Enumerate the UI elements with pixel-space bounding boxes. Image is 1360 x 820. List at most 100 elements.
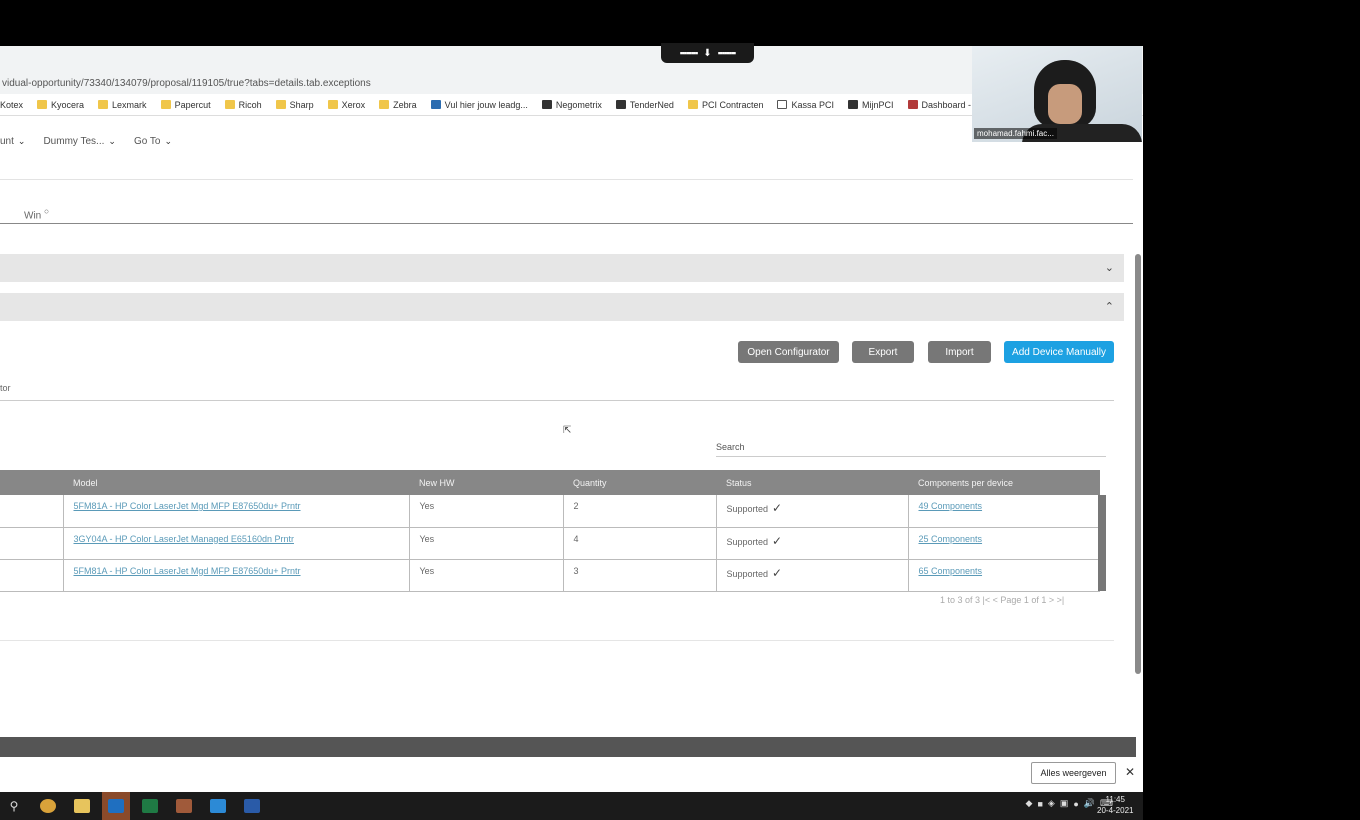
chat-icon[interactable]: [170, 792, 198, 820]
tray-icon[interactable]: ▣: [1060, 798, 1069, 809]
status-cell: Supported ✓: [716, 495, 909, 528]
components-link[interactable]: 65 Components: [919, 566, 983, 576]
new-hw-cell: Yes: [409, 495, 564, 528]
quantity-cell[interactable]: 3: [563, 559, 717, 592]
page-scrollbar[interactable]: [1135, 254, 1141, 674]
folder-icon: [379, 100, 390, 109]
chrome-icon[interactable]: [34, 792, 62, 820]
chevron-up-icon[interactable]: ⌃: [1105, 300, 1114, 313]
components-link[interactable]: 25 Components: [919, 534, 983, 544]
import-button[interactable]: Import: [928, 341, 991, 363]
explorer-icon[interactable]: [68, 792, 96, 820]
devices-table: Model New HW Quantity Status Components …: [0, 470, 1100, 592]
excel-icon[interactable]: [136, 792, 164, 820]
nav-account-menu[interactable]: unt ⌄: [0, 136, 25, 147]
show-all-button[interactable]: Alles weergeven: [1031, 762, 1116, 784]
row-select-cell[interactable]: [0, 495, 64, 528]
screen-share-bar[interactable]: ▪▪▪▪▪▪▪▪ ⬇ ▪▪▪▪▪▪▪▪: [661, 43, 754, 63]
components-cell: 49 Components: [908, 495, 1100, 528]
site-icon: [430, 100, 441, 109]
download-bar: Alles weergeven ✕: [0, 757, 1143, 792]
folder-icon: [98, 100, 109, 109]
status-cell: Supported ✓: [716, 559, 909, 592]
bookmark-item[interactable]: TenderNed: [615, 100, 674, 110]
word-icon[interactable]: [238, 792, 266, 820]
table-header-row: Model New HW Quantity Status Components …: [0, 470, 1100, 495]
quantity-cell[interactable]: 2: [563, 495, 717, 528]
search-input[interactable]: Search: [716, 442, 745, 452]
export-button[interactable]: Export: [852, 341, 914, 363]
checkmark-icon: ✓: [772, 533, 783, 548]
column-header[interactable]: Quantity: [563, 470, 716, 495]
bookmark-item[interactable]: Negometrix: [541, 100, 602, 110]
components-link[interactable]: 49 Components: [919, 501, 983, 511]
folder-icon: [37, 100, 48, 109]
address-bar[interactable]: vidual-opportunity/73340/134079/proposal…: [2, 78, 371, 89]
folder-icon: [224, 100, 235, 109]
nav-goto-menu[interactable]: Go To ⌄: [134, 136, 172, 147]
checkmark-icon: ✓: [772, 565, 783, 580]
open-configurator-button[interactable]: Open Configurator: [738, 341, 839, 363]
participant-video[interactable]: mohamad.fahmi.fac...: [972, 46, 1142, 142]
row-select-cell[interactable]: [0, 527, 64, 560]
bookmark-item[interactable]: Zebra: [379, 100, 417, 110]
bookmark-item[interactable]: MijnPCI: [848, 100, 894, 110]
column-header[interactable]: New HW: [409, 470, 563, 495]
bookmark-item[interactable]: Kyocera: [37, 100, 84, 110]
model-link[interactable]: 3GY04A - HP Color LaserJet Managed E6516…: [74, 534, 294, 544]
model-cell: 5FM81A - HP Color LaserJet Mgd MFP E8765…: [63, 559, 410, 592]
model-cell: 5FM81A - HP Color LaserJet Mgd MFP E8765…: [63, 495, 410, 528]
bookmark-item[interactable]: Xerox: [327, 100, 365, 110]
download-arrow-icon: ⬇: [703, 47, 712, 59]
model-link[interactable]: 5FM81A - HP Color LaserJet Mgd MFP E8765…: [74, 501, 301, 511]
column-header[interactable]: Components per device: [908, 470, 1100, 495]
add-device-manually-button[interactable]: Add Device Manually: [1004, 341, 1114, 363]
search-icon[interactable]: ⚲: [0, 792, 28, 820]
bookmark-item[interactable]: Ricoh: [224, 100, 262, 110]
bookmark-item[interactable]: Kotex: [0, 100, 23, 110]
site-icon: [907, 100, 918, 109]
table-row: 3GY04A - HP Color LaserJet Managed E6516…: [0, 527, 1100, 560]
close-icon[interactable]: ✕: [1125, 765, 1135, 779]
components-cell: 25 Components: [908, 527, 1100, 560]
tray-icon[interactable]: ◈: [1048, 798, 1055, 809]
bookmark-item[interactable]: Lexmark: [98, 100, 147, 110]
table-row: 5FM81A - HP Color LaserJet Mgd MFP E8765…: [0, 495, 1100, 528]
top-navigation: unt ⌄ Dummy Tes... ⌄ Go To ⌄: [0, 126, 172, 156]
bookmark-item[interactable]: Papercut: [160, 100, 211, 110]
chevron-down-icon: ⌄: [108, 135, 116, 146]
taskbar-clock[interactable]: 11:45 20-4-2021: [1097, 794, 1133, 816]
pagination[interactable]: 1 to 3 of 3 |< < Page 1 of 1 > >|: [940, 595, 1064, 605]
participant-name: mohamad.fahmi.fac...: [974, 128, 1057, 139]
volume-icon[interactable]: 🔊: [1084, 798, 1095, 809]
nav-dummy-menu[interactable]: Dummy Tes... ⌄: [43, 136, 115, 147]
bookmark-item[interactable]: Sharp: [275, 100, 314, 110]
page-icon: [777, 100, 788, 109]
bookmark-item[interactable]: Kassa PCI: [777, 100, 834, 110]
desktop-stage: vidual-opportunity/73340/134079/proposal…: [0, 0, 1360, 820]
quantity-cell[interactable]: 4: [563, 527, 717, 560]
table-row: 5FM81A - HP Color LaserJet Mgd MFP E8765…: [0, 559, 1100, 592]
expanded-section-header[interactable]: ⌃: [0, 293, 1124, 321]
column-header[interactable]: [0, 470, 63, 495]
row-select-cell[interactable]: [0, 559, 64, 592]
bookmark-item[interactable]: Vul hier jouw leadg...: [430, 100, 528, 110]
tray-icon[interactable]: ●: [1073, 799, 1078, 809]
stage-win-label[interactable]: Win ○: [24, 206, 49, 221]
folder-icon: [275, 100, 286, 109]
outlook-icon[interactable]: [102, 792, 130, 820]
participant-face: [1048, 84, 1082, 124]
column-header[interactable]: Status: [716, 470, 908, 495]
checkmark-icon: ✓: [772, 501, 783, 515]
collapsed-section[interactable]: ⌄: [0, 254, 1124, 282]
bookmark-item[interactable]: PCI Contracten: [687, 100, 763, 110]
model-link[interactable]: 5FM81A - HP Color LaserJet Mgd MFP E8765…: [74, 566, 301, 576]
windows-taskbar: ⚲ ◆ ■ ◈ ▣ ● 🔊 ⌨: [0, 792, 1143, 820]
chevron-down-icon[interactable]: ⌄: [1105, 261, 1114, 274]
column-header[interactable]: Model: [63, 470, 409, 495]
tray-icon[interactable]: ◆: [1026, 798, 1033, 809]
m-app-icon[interactable]: [204, 792, 232, 820]
table-scrollbar[interactable]: [1098, 495, 1106, 591]
status-cell: Supported ✓: [716, 527, 909, 560]
tray-icon[interactable]: ■: [1037, 799, 1042, 809]
